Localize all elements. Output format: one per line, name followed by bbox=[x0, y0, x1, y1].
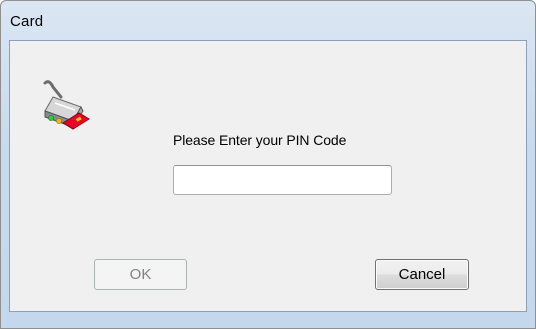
cancel-button[interactable]: Cancel bbox=[375, 259, 469, 290]
card-dialog-window: Card Please Enter your PIN Code OK Cance… bbox=[0, 0, 536, 329]
pin-code-input[interactable] bbox=[173, 165, 392, 195]
window-title: Card bbox=[10, 13, 44, 30]
dialog-body: Please Enter your PIN Code OK Cancel bbox=[9, 40, 527, 312]
pin-prompt-label: Please Enter your PIN Code bbox=[173, 132, 347, 148]
ok-button[interactable]: OK bbox=[94, 259, 187, 290]
smart-card-reader-icon bbox=[43, 80, 90, 130]
title-bar[interactable]: Card bbox=[1, 1, 535, 37]
